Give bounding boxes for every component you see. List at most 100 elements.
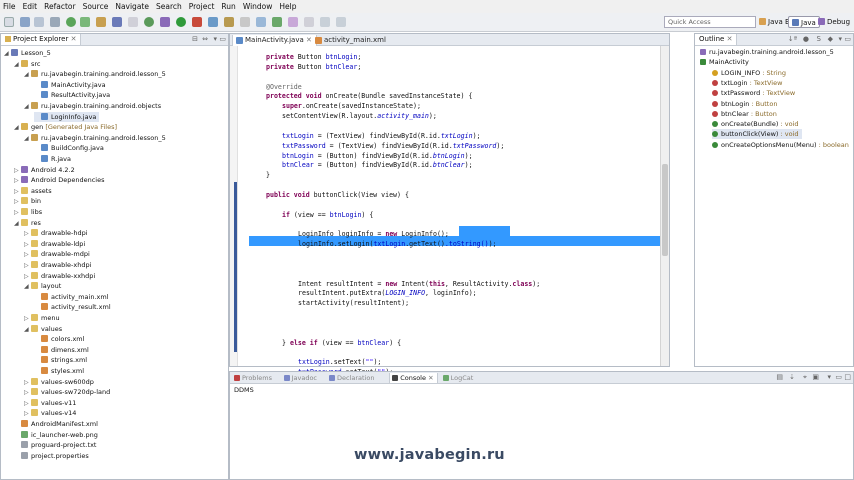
bottom-tab-console[interactable]: Console ✕ — [389, 373, 438, 383]
project-explorer-tab[interactable]: Project Explorer ✕ — [1, 34, 82, 45]
scrollbar-thumb[interactable] — [662, 164, 668, 256]
tree-item[interactable]: project.properties — [14, 451, 89, 461]
menu-edit[interactable]: Edit — [23, 2, 38, 11]
perspective-debug-button[interactable]: Debug — [815, 16, 853, 28]
tree-collapsed-arrow-icon[interactable]: ▷ — [24, 378, 31, 388]
tree-item[interactable]: ▷ drawable-mdpi — [24, 249, 90, 259]
outline-item[interactable]: onCreate(Bundle) : void — [712, 119, 799, 129]
tree-collapsed-arrow-icon[interactable]: ▷ — [14, 187, 21, 197]
code-line[interactable]: setContentView(R.layout.activity_main); — [282, 111, 437, 121]
pin-console-icon[interactable]: ⌖ — [803, 373, 807, 382]
tree-collapsed-arrow-icon[interactable]: ▷ — [24, 261, 31, 271]
outline-item[interactable]: buttonClick(View) : void — [712, 129, 802, 140]
scroll-lock-icon[interactable]: ⇣ — [789, 373, 795, 381]
tree-expanded-arrow-icon[interactable]: ◢ — [14, 219, 21, 229]
minimize-icon[interactable]: ▭ — [835, 373, 842, 381]
tree-expanded-arrow-icon[interactable]: ◢ — [14, 60, 21, 70]
tree-item[interactable]: ▷ libs — [14, 207, 42, 217]
menu-navigate[interactable]: Navigate — [115, 2, 149, 11]
tree-item[interactable]: ▷ menu — [24, 313, 60, 323]
code-line[interactable]: Intent resultIntent = new Intent(this, R… — [298, 279, 540, 289]
view-menu-icon[interactable]: ▾ — [213, 35, 217, 43]
outline-item[interactable]: txtLogin : TextView — [712, 78, 782, 88]
tree-item[interactable]: ◢ ru.javabegin.training.android.objects — [24, 101, 161, 111]
tree-item[interactable]: ◢ gen [Generated Java Files] — [14, 122, 117, 132]
new-icon[interactable] — [4, 17, 14, 27]
tree-collapsed-arrow-icon[interactable]: ▷ — [24, 272, 31, 282]
bottom-tab-declaration[interactable]: Declaration — [327, 373, 377, 383]
view-menu-icon[interactable]: ▾ — [838, 35, 842, 43]
avd-manager-icon[interactable] — [80, 17, 90, 27]
display-console-icon[interactable]: ▣ — [812, 373, 819, 381]
minimize-icon[interactable]: ▭ — [219, 35, 226, 43]
menu-window[interactable]: Window — [243, 2, 273, 11]
code-line[interactable]: if (view == btnLogin) { — [282, 210, 373, 220]
tree-item[interactable]: activity_main.xml — [34, 292, 109, 302]
code-line[interactable]: resultIntent.putExtra(LOGIN_INFO, loginI… — [298, 288, 477, 298]
editor-tab-activity-main-xml[interactable]: activity_main.xml — [312, 35, 390, 46]
new-class-icon[interactable] — [144, 17, 154, 27]
menu-file[interactable]: File — [3, 2, 16, 11]
android-sdk-icon[interactable] — [66, 17, 76, 27]
tree-collapsed-arrow-icon[interactable]: ▷ — [24, 388, 31, 398]
tree-item[interactable]: ◢ res — [14, 218, 41, 228]
code-line[interactable]: btnClear = (Button) findViewById(R.id.bt… — [282, 160, 473, 170]
tree-expanded-arrow-icon[interactable]: ◢ — [4, 49, 11, 59]
hide-static-icon[interactable]: S — [817, 35, 821, 43]
code-line[interactable]: txtLogin = (TextView) findViewById(R.id.… — [282, 131, 481, 141]
tree-item[interactable]: dimens.xml — [34, 345, 89, 355]
tree-item[interactable]: ▷ Android Dependencies — [14, 175, 104, 185]
code-line[interactable]: private Button btnClear; — [266, 62, 361, 72]
tree-collapsed-arrow-icon[interactable]: ▷ — [24, 409, 31, 419]
tree-item[interactable]: ▷ drawable-xhdpi — [24, 260, 91, 270]
tree-collapsed-arrow-icon[interactable]: ▷ — [24, 240, 31, 250]
new-java-project-icon[interactable] — [112, 17, 122, 27]
print-icon[interactable] — [50, 17, 60, 27]
tree-item[interactable]: strings.xml — [34, 355, 87, 365]
tree-item[interactable]: ▷ values-v11 — [24, 398, 76, 408]
tree-item[interactable]: ic_launcher-web.png — [14, 430, 98, 440]
save-all-icon[interactable] — [34, 17, 44, 27]
outline-item[interactable]: txtPassword : TextView — [712, 88, 795, 98]
tree-collapsed-arrow-icon[interactable]: ▷ — [14, 166, 21, 176]
tree-expanded-arrow-icon[interactable]: ◢ — [24, 282, 31, 292]
outline-item[interactable]: LOGIN_INFO : String — [712, 68, 786, 78]
new-package-icon[interactable] — [128, 17, 138, 27]
tree-item[interactable]: BuildConfig.java — [34, 143, 104, 153]
code-line[interactable]: private Button btnLogin; — [266, 52, 361, 62]
menu-search[interactable]: Search — [156, 2, 182, 11]
clear-console-icon[interactable]: ▤ — [776, 373, 783, 381]
back-icon[interactable] — [320, 17, 330, 27]
tree-item[interactable]: styles.xml — [34, 366, 84, 376]
save-icon[interactable] — [20, 17, 30, 27]
tree-item[interactable]: ▷ assets — [14, 186, 52, 196]
code-line[interactable]: @Override — [266, 82, 302, 92]
tree-collapsed-arrow-icon[interactable]: ▷ — [24, 229, 31, 239]
search-icon[interactable] — [240, 17, 250, 27]
tree-item[interactable]: ▷ drawable-ldpi — [24, 239, 85, 249]
editor-vertical-scrollbar[interactable] — [660, 46, 669, 366]
tree-item[interactable]: colors.xml — [34, 334, 84, 344]
close-icon[interactable]: ✕ — [304, 36, 312, 44]
close-icon[interactable]: ✕ — [727, 35, 733, 43]
tree-collapsed-arrow-icon[interactable]: ▷ — [14, 176, 21, 186]
tree-collapsed-arrow-icon[interactable]: ▷ — [24, 314, 31, 324]
outline-item[interactable]: ru.javabegin.training.android.lesson_5 — [700, 47, 834, 57]
tree-item[interactable]: proguard-project.txt — [14, 440, 96, 450]
outline-item[interactable]: onCreateOptionsMenu(Menu) : boolean — [712, 140, 849, 150]
tree-item[interactable]: ◢ src — [14, 59, 41, 69]
tree-item[interactable]: MainActivity.java — [34, 80, 106, 90]
code-line[interactable]: startActivity(resultIntent); — [298, 298, 409, 308]
tree-item[interactable]: activity_result.xml — [34, 302, 111, 312]
bottom-tab-problems[interactable]: Problems — [232, 373, 275, 383]
tree-item[interactable]: ▷ values-v14 — [24, 408, 76, 418]
lint-icon[interactable] — [96, 17, 106, 27]
bottom-tab-javadoc[interactable]: Javadoc — [282, 373, 320, 383]
minimize-icon[interactable]: ▭ — [844, 35, 851, 43]
tree-item[interactable]: R.java — [34, 154, 71, 164]
hide-nonpublic-icon[interactable]: ◆ — [828, 35, 833, 43]
code-line[interactable]: txtLogin.setText(""); — [298, 357, 381, 367]
open-task-icon[interactable] — [224, 17, 234, 27]
tree-item[interactable]: ▷ bin — [14, 196, 41, 206]
code-line[interactable]: super.onCreate(savedInstanceState); — [282, 101, 421, 111]
